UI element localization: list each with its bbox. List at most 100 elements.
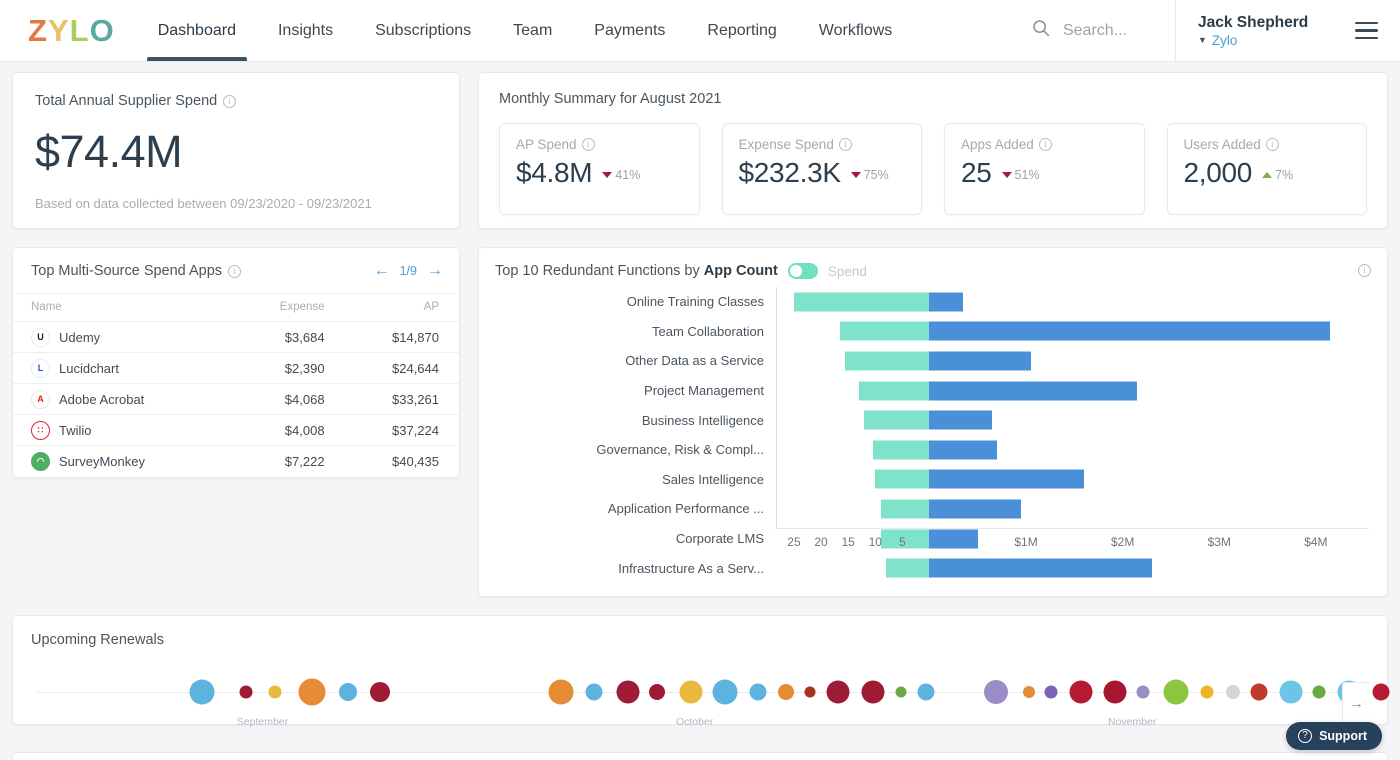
renewal-bubble[interactable]	[586, 684, 603, 701]
nav-item-subscriptions[interactable]: Subscriptions	[354, 0, 492, 61]
bar-spend[interactable]	[929, 470, 1084, 489]
info-icon[interactable]: i	[1266, 138, 1279, 151]
app-logo-icon: L	[31, 359, 50, 378]
support-button[interactable]: ? Support	[1286, 722, 1382, 750]
renewal-bubble[interactable]	[778, 684, 794, 700]
renewal-bubble[interactable]	[240, 686, 253, 699]
bar-spend[interactable]	[929, 351, 1030, 370]
chart-row: Application Performance ...	[495, 494, 1369, 524]
nav-item-team[interactable]: Team	[492, 0, 573, 61]
info-icon[interactable]: i	[582, 138, 595, 151]
total-spend-subtitle: Based on data collected between 09/23/20…	[35, 196, 437, 211]
logo-letter-l: L	[70, 13, 90, 49]
info-icon[interactable]: i	[228, 265, 241, 278]
renewal-bubble[interactable]	[298, 679, 325, 706]
bar-spend[interactable]	[929, 499, 1021, 518]
renewal-bubble[interactable]	[918, 684, 935, 701]
renewal-bubble[interactable]	[861, 681, 884, 704]
renewal-bubble[interactable]	[1313, 686, 1326, 699]
next-page-button[interactable]: →	[427, 263, 443, 279]
nav-item-workflows[interactable]: Workflows	[798, 0, 914, 61]
renewal-bubble[interactable]	[1070, 681, 1093, 704]
renewal-bubble[interactable]	[713, 680, 738, 705]
nav-item-payments[interactable]: Payments	[573, 0, 686, 61]
metric-toggle[interactable]	[788, 263, 818, 279]
app-logo-icon: ◠	[31, 452, 50, 471]
info-icon[interactable]: i	[223, 95, 236, 108]
bar-spend[interactable]	[929, 440, 997, 459]
user-org: ▼ Zylo	[1198, 33, 1321, 48]
bar-spend[interactable]	[929, 411, 992, 430]
user-menu[interactable]: Jack Shepherd ▼ Zylo	[1175, 0, 1347, 61]
renewal-bubble[interactable]	[1103, 681, 1126, 704]
table-row[interactable]: UUdemy$3,684$14,870	[13, 322, 459, 353]
app-header: Z Y L O Dashboard Insights Subscriptions…	[0, 0, 1400, 62]
renewal-bubble[interactable]	[804, 687, 815, 698]
bar-app-count[interactable]	[881, 499, 930, 518]
table-row[interactable]: LLucidchart$2,390$24,644	[13, 353, 459, 384]
hamburger-menu-icon[interactable]	[1347, 0, 1400, 61]
app-ap: $33,261	[347, 384, 459, 415]
bar-spend[interactable]	[929, 381, 1137, 400]
tile-label: Expense Spendi	[739, 137, 906, 152]
renewal-bubble[interactable]	[1226, 685, 1240, 699]
renewal-bubble[interactable]	[268, 686, 281, 699]
summary-tile-ap-spend: AP Spendi$4.8M41%	[499, 123, 700, 215]
renewal-bubble[interactable]	[1023, 686, 1035, 698]
renewal-bubble[interactable]	[548, 680, 573, 705]
renewal-bubble[interactable]	[679, 681, 702, 704]
table-row[interactable]: ◠SurveyMonkey$7,222$40,435	[13, 446, 459, 477]
logo[interactable]: Z Y L O	[0, 0, 137, 61]
renewal-bubble[interactable]	[826, 681, 849, 704]
bar-app-count[interactable]	[840, 322, 929, 341]
tile-value: $4.8M	[516, 158, 592, 187]
renewal-bubble[interactable]	[190, 680, 215, 705]
renewal-bubble[interactable]	[649, 684, 665, 700]
search-input[interactable]: Search...	[1004, 0, 1175, 61]
renewal-bubble[interactable]	[1251, 684, 1268, 701]
renewal-bubble[interactable]	[1373, 684, 1390, 701]
renewal-bubble[interactable]	[1044, 686, 1057, 699]
bar-app-count[interactable]	[794, 292, 929, 311]
nav-item-reporting[interactable]: Reporting	[686, 0, 797, 61]
renewal-bubble[interactable]	[616, 681, 639, 704]
bar-app-count[interactable]	[864, 411, 929, 430]
app-name: Lucidchart	[59, 361, 119, 376]
tile-delta: 41%	[602, 168, 640, 187]
prev-page-button[interactable]: ←	[374, 263, 390, 279]
bar-app-count[interactable]	[845, 351, 929, 370]
nav-item-insights[interactable]: Insights	[257, 0, 354, 61]
chart-row: Project Management	[495, 376, 1369, 406]
tile-delta-value: 7%	[1275, 168, 1293, 182]
renewal-bubble[interactable]	[370, 682, 390, 702]
renewal-bubble[interactable]	[984, 680, 1008, 704]
table-row[interactable]: ∷Twilio$4,008$37,224	[13, 415, 459, 446]
app-logo-icon: U	[31, 328, 50, 347]
renewal-bubble[interactable]	[1136, 686, 1149, 699]
table-row[interactable]: AAdobe Acrobat$4,068$33,261	[13, 384, 459, 415]
chart-row: Infrastructure As a Serv...	[495, 553, 1369, 583]
nav-item-dashboard[interactable]: Dashboard	[137, 0, 257, 61]
bar-app-count[interactable]	[875, 470, 929, 489]
bar-spend[interactable]	[929, 292, 963, 311]
info-icon[interactable]: i	[1039, 138, 1052, 151]
info-icon[interactable]: i	[839, 138, 852, 151]
axis-tick-right: $4M	[1304, 535, 1327, 549]
tile-delta: 51%	[1002, 168, 1040, 187]
renewal-bubble[interactable]	[339, 683, 357, 701]
bar-app-count[interactable]	[859, 381, 929, 400]
bar-spend[interactable]	[929, 559, 1151, 578]
renewal-bubble[interactable]	[749, 684, 766, 701]
bar-app-count[interactable]	[886, 559, 929, 578]
total-annual-supplier-spend-card: Total Annual Supplier Spend i $74.4M Bas…	[12, 72, 460, 229]
renewal-bubble[interactable]	[1201, 686, 1214, 699]
bar-spend[interactable]	[929, 322, 1330, 341]
tile-delta: 7%	[1262, 168, 1293, 187]
renewal-bubble[interactable]	[1164, 680, 1189, 705]
renewal-bubble[interactable]	[1280, 681, 1303, 704]
info-icon[interactable]: i	[1358, 264, 1371, 277]
renewal-bubble[interactable]	[895, 687, 906, 698]
app-name: Udemy	[59, 330, 100, 345]
bar-app-count[interactable]	[873, 440, 930, 459]
renewals-next-button[interactable]: →	[1342, 682, 1370, 724]
